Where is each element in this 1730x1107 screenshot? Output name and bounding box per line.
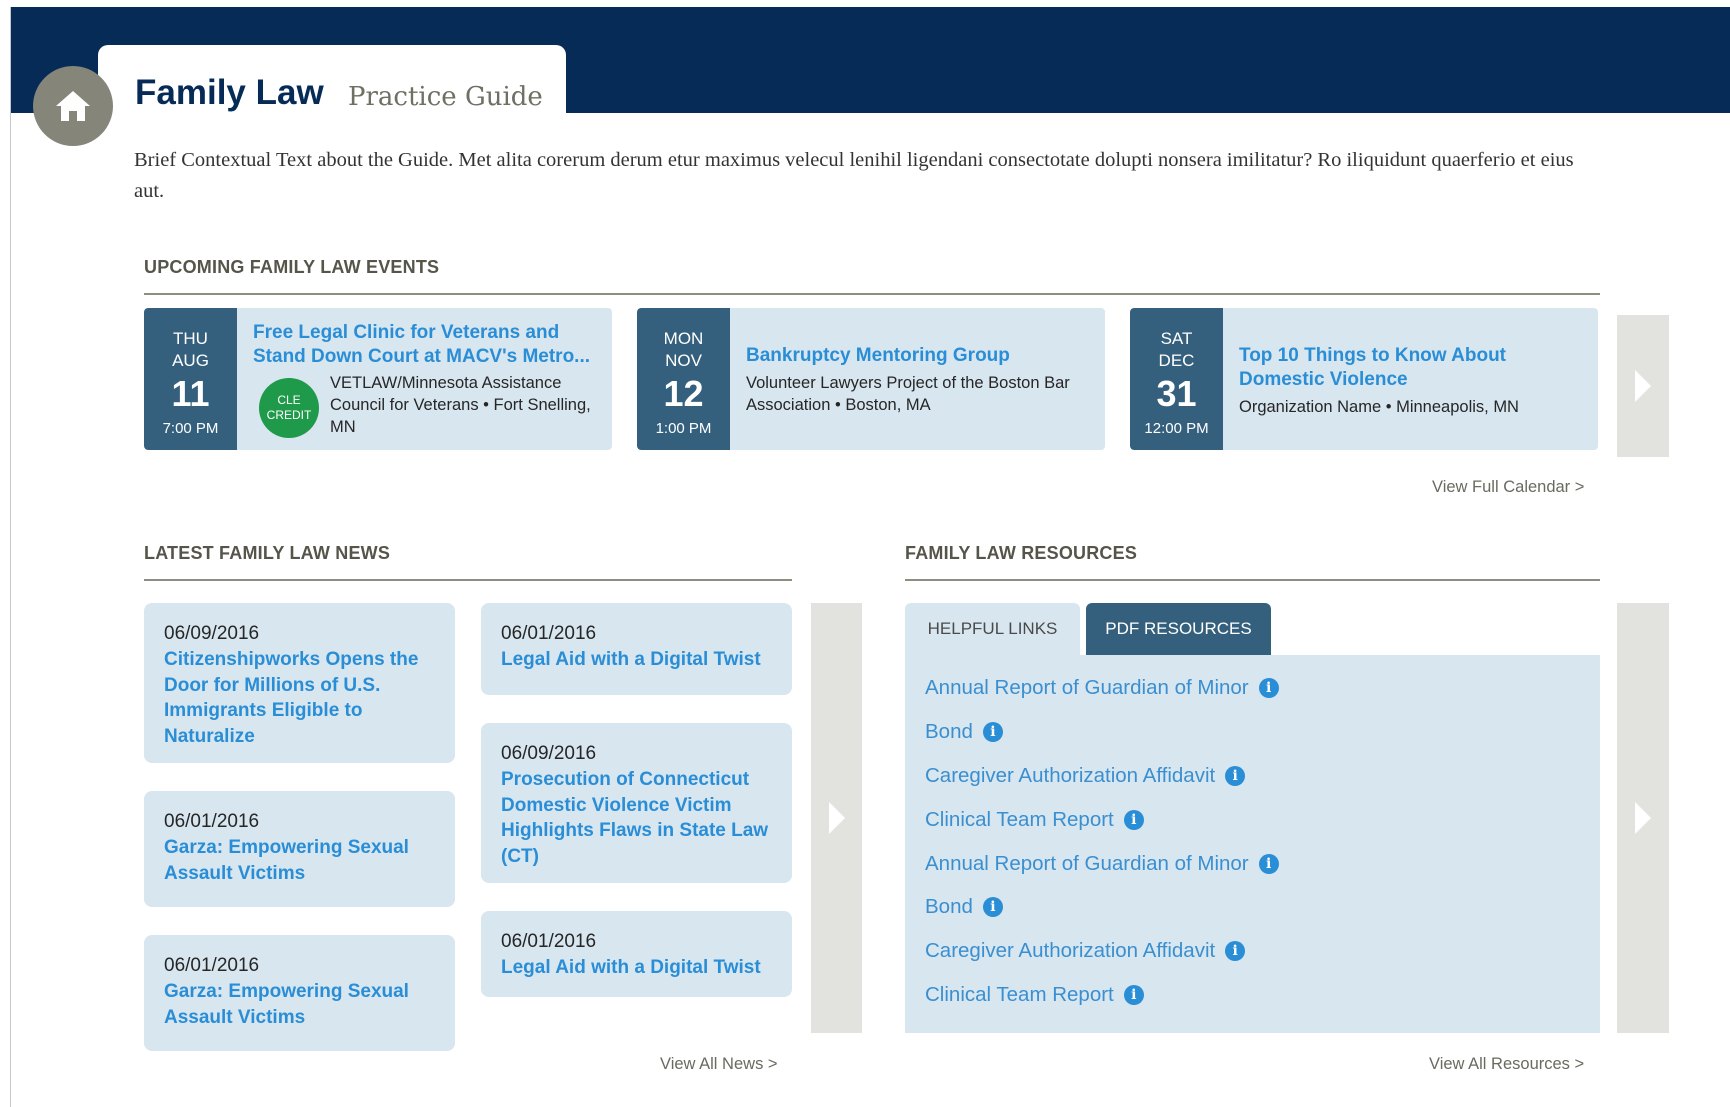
event-weekday: SAT [1160, 329, 1193, 348]
resources-heading: FAMILY LAW RESOURCES [905, 543, 1138, 563]
event-title-link[interactable]: Free Legal Clinic for Veterans and Stand… [253, 321, 598, 369]
home-button[interactable] [33, 66, 113, 146]
resource-link[interactable]: Caregiver Authorization Affidavit i [925, 764, 1246, 788]
view-all-news-link[interactable]: View All News > [660, 1055, 778, 1074]
event-body: Free Legal Clinic for Veterans and Stand… [253, 308, 602, 450]
info-icon[interactable]: i [982, 722, 1003, 742]
event-card[interactable]: THU AUG 11 7:00 PM Free Legal Clinic for… [144, 308, 612, 450]
event-body: Bankruptcy Mentoring Group Volunteer Law… [746, 308, 1095, 450]
news-next-button[interactable] [811, 603, 862, 1033]
event-card[interactable]: SAT DEC 31 12:00 PM Top 10 Things to Kno… [1130, 308, 1598, 450]
event-title-link[interactable]: Bankruptcy Mentoring Group [746, 344, 1091, 368]
resources-next-button[interactable] [1617, 603, 1669, 1033]
event-time: 12:00 PM [1144, 420, 1209, 437]
resource-label[interactable]: Annual Report of Guardian of Minor [925, 852, 1249, 876]
news-title-link[interactable]: Legal Aid with a Digital Twist [501, 647, 772, 673]
resources-panel [905, 655, 1600, 1033]
event-time: 7:00 PM [162, 420, 219, 437]
resource-label[interactable]: Clinical Team Report [925, 983, 1114, 1007]
tab-pdf-resources[interactable]: PDF RESOURCES [1086, 603, 1271, 655]
event-weekday: THU [173, 329, 208, 348]
cle-credit-badge: CLE CREDIT [259, 378, 319, 438]
resource-link[interactable]: Clinical Team Report i [925, 983, 1144, 1007]
news-title-link[interactable]: Legal Aid with a Digital Twist [501, 955, 772, 981]
info-icon[interactable]: i [1258, 854, 1279, 874]
event-month: NOV [665, 351, 702, 370]
event-month: DEC [1158, 351, 1195, 370]
resource-label[interactable]: Caregiver Authorization Affidavit [925, 764, 1215, 788]
news-date: 06/01/2016 [164, 955, 260, 976]
news-date: 06/01/2016 [164, 811, 260, 832]
resource-label[interactable]: Annual Report of Guardian of Minor [925, 676, 1249, 700]
news-date: 06/09/2016 [501, 743, 597, 764]
news-date: 06/01/2016 [501, 623, 597, 644]
view-all-resources-link[interactable]: View All Resources > [1429, 1055, 1584, 1074]
page-title: Family Law [135, 73, 324, 112]
resource-link[interactable]: Annual Report of Guardian of Minor i [925, 852, 1279, 876]
news-date: 06/09/2016 [164, 623, 260, 644]
news-card[interactable]: 06/01/2016 Garza: Empowering Sexual Assa… [144, 935, 455, 1051]
events-heading: UPCOMING FAMILY LAW EVENTS [144, 257, 440, 277]
event-day: 31 [1156, 373, 1197, 414]
chevron-right-icon [1635, 370, 1651, 402]
intro-text: Brief Contextual Text about the Guide. M… [134, 149, 1574, 202]
resource-link[interactable]: Caregiver Authorization Affidavit i [925, 939, 1246, 963]
resource-link[interactable]: Bond i [925, 895, 1003, 919]
event-weekday: MON [663, 329, 704, 348]
news-card[interactable]: 06/01/2016 Legal Aid with a Digital Twis… [481, 911, 792, 997]
event-date-block: MON NOV 12 1:00 PM [637, 308, 730, 450]
news-date: 06/01/2016 [501, 931, 597, 952]
info-icon[interactable]: i [1225, 941, 1246, 961]
events-next-button[interactable] [1617, 315, 1669, 457]
news-title-link[interactable]: Citizenshipworks Opens the Door for Mill… [164, 647, 435, 749]
event-date-block: THU AUG 11 7:00 PM [144, 308, 237, 450]
events-divider [144, 293, 1600, 295]
event-card[interactable]: MON NOV 12 1:00 PM Bankruptcy Mentoring … [637, 308, 1105, 450]
news-heading: LATEST FAMILY LAW NEWS [144, 543, 391, 563]
resources-divider [905, 579, 1600, 581]
news-card[interactable]: 06/09/2016 Prosecution of Connecticut Do… [481, 723, 792, 883]
event-details: Volunteer Lawyers Project of the Boston … [746, 374, 1070, 414]
news-title-link[interactable]: Garza: Empowering Sexual Assault Victims [164, 979, 435, 1030]
info-icon[interactable]: i [1123, 985, 1144, 1005]
news-card[interactable]: 06/01/2016 Legal Aid with a Digital Twis… [481, 603, 792, 695]
chevron-right-icon [1635, 802, 1651, 834]
cle-badge-line2: CREDIT [266, 408, 312, 422]
event-details: VETLAW/Minnesota Assistance Council for … [330, 374, 591, 436]
info-icon[interactable]: i [982, 897, 1003, 917]
info-icon[interactable]: i [1225, 766, 1246, 786]
resource-label[interactable]: Bond [925, 720, 973, 744]
resource-link[interactable]: Bond i [925, 720, 1003, 744]
resource-link[interactable]: Clinical Team Report i [925, 808, 1144, 832]
resource-link[interactable]: Annual Report of Guardian of Minor i [925, 676, 1279, 700]
info-icon[interactable]: i [1123, 810, 1144, 830]
news-divider [144, 579, 792, 581]
cle-badge-line1: CLE [277, 393, 301, 407]
tab-helpful-links[interactable]: HELPFUL LINKS [905, 603, 1080, 655]
event-month: AUG [172, 351, 209, 370]
event-title-link[interactable]: Top 10 Things to Know About Domestic Vio… [1239, 344, 1539, 392]
event-day: 12 [663, 373, 704, 414]
resource-label[interactable]: Caregiver Authorization Affidavit [925, 939, 1215, 963]
news-card[interactable]: 06/09/2016 Citizenshipworks Opens the Do… [144, 603, 455, 763]
chevron-right-icon [828, 802, 845, 834]
news-title-link[interactable]: Garza: Empowering Sexual Assault Victims [164, 835, 435, 886]
page-subtitle: Practice Guide [348, 82, 543, 112]
view-full-calendar-link[interactable]: View Full Calendar > [1432, 478, 1584, 497]
home-icon [56, 91, 90, 121]
event-time: 1:00 PM [655, 420, 712, 437]
event-details: Organization Name • Minneapolis, MN [1239, 398, 1519, 416]
resource-label[interactable]: Bond [925, 895, 973, 919]
info-icon[interactable]: i [1258, 678, 1279, 698]
news-title-link[interactable]: Prosecution of Connecticut Domestic Viol… [501, 767, 772, 869]
event-date-block: SAT DEC 31 12:00 PM [1130, 308, 1223, 450]
event-day: 11 [171, 373, 210, 414]
news-card[interactable]: 06/01/2016 Garza: Empowering Sexual Assa… [144, 791, 455, 907]
resource-label[interactable]: Clinical Team Report [925, 808, 1114, 832]
event-body: Top 10 Things to Know About Domestic Vio… [1239, 308, 1588, 450]
